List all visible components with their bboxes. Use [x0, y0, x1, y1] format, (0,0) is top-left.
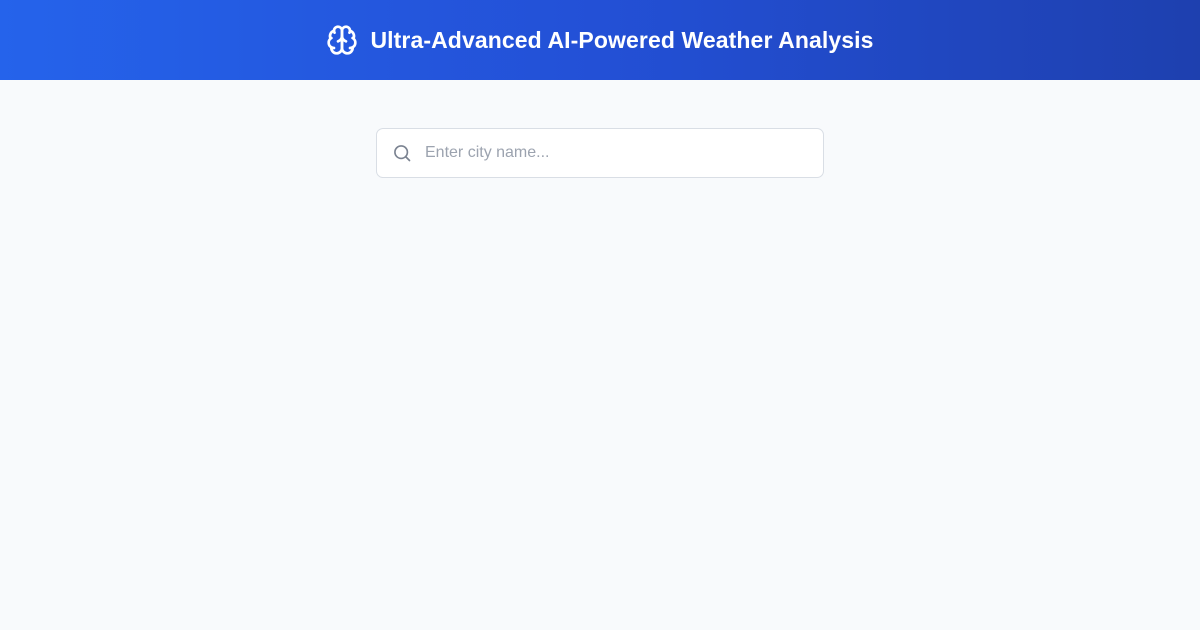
- app-header: Ultra-Advanced AI-Powered Weather Analys…: [0, 0, 1200, 80]
- weather-app: Ultra-Advanced AI-Powered Weather Analys…: [0, 0, 1200, 630]
- page-title: Ultra-Advanced AI-Powered Weather Analys…: [370, 26, 874, 53]
- brain-icon: [326, 24, 358, 56]
- main-content: [0, 80, 1200, 178]
- header-content: Ultra-Advanced AI-Powered Weather Analys…: [326, 24, 873, 56]
- search-icon: [392, 143, 412, 163]
- search-input[interactable]: [425, 133, 795, 173]
- search-box[interactable]: [376, 128, 824, 178]
